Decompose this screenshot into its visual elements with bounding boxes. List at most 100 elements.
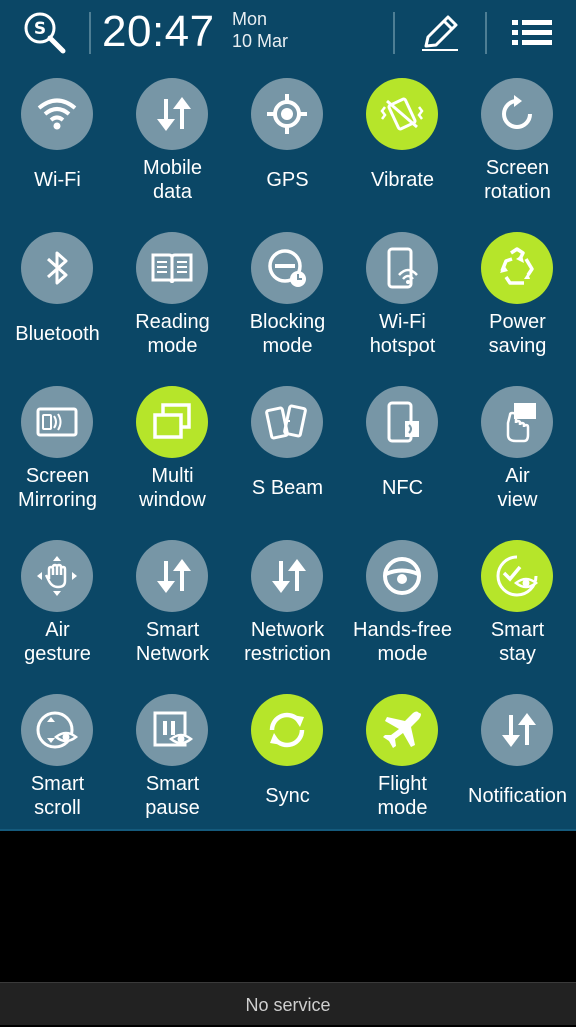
status-bar: No service bbox=[0, 982, 576, 1025]
vibrate-icon bbox=[379, 91, 425, 137]
airview-icon bbox=[494, 399, 540, 445]
toggle-label: Smart scroll bbox=[30, 773, 85, 819]
toggle-multi-window[interactable]: Multi window bbox=[115, 386, 230, 540]
toggle-vibrate[interactable]: Vibrate bbox=[345, 78, 460, 232]
wifi-icon bbox=[34, 91, 80, 137]
smartpause-icon bbox=[149, 707, 195, 753]
toggle-nfc[interactable]: NFC bbox=[345, 386, 460, 540]
toggle-smart-stay[interactable]: Smart stay bbox=[460, 540, 575, 694]
toggle-air-view[interactable]: Air view bbox=[460, 386, 575, 540]
toggle-label: Network restriction bbox=[244, 619, 331, 665]
steering-wheel-icon bbox=[379, 553, 425, 599]
toggle-s-beam[interactable]: S Beam bbox=[230, 386, 345, 540]
data-arrows-icon bbox=[149, 553, 195, 599]
toggle-air-gesture-button[interactable] bbox=[21, 540, 93, 612]
sync-icon bbox=[264, 707, 310, 753]
toggle-label: Wi-Fi bbox=[34, 169, 81, 191]
toggle-network-restriction-button[interactable] bbox=[251, 540, 323, 612]
toggle-flight-mode[interactable]: Flight mode bbox=[345, 694, 460, 848]
toggle-smart-network-button[interactable] bbox=[136, 540, 208, 612]
toggle-label: Smart pause bbox=[145, 773, 200, 819]
smartstay-icon bbox=[494, 553, 540, 599]
toggle-screen-mirroring[interactable]: Screen Mirroring bbox=[0, 386, 115, 540]
toggle-power-saving-button[interactable] bbox=[481, 232, 553, 304]
notification-panel: S 20:47 Mon 10 Mar Wi-Fi Mobile data GPS V bbox=[0, 0, 576, 831]
toggle-label: Wi-Fi hotspot bbox=[369, 311, 436, 357]
smartscroll-icon bbox=[34, 707, 80, 753]
toggle-label: S Beam bbox=[251, 477, 324, 499]
toggle-bluetooth[interactable]: Bluetooth bbox=[0, 232, 115, 386]
toggle-hands-free-mode-button[interactable] bbox=[366, 540, 438, 612]
toggle-notification[interactable]: Notification bbox=[460, 694, 575, 848]
toggle-notification-button[interactable] bbox=[481, 694, 553, 766]
toggle-label: GPS bbox=[266, 169, 309, 191]
toggle-label: Smart stay bbox=[490, 619, 545, 665]
toggle-nfc-button[interactable] bbox=[366, 386, 438, 458]
toggle-gps-button[interactable] bbox=[251, 78, 323, 150]
toggle-smart-pause-button[interactable] bbox=[136, 694, 208, 766]
toggle-wi-fi[interactable]: Wi-Fi bbox=[0, 78, 115, 232]
toggle-s-beam-button[interactable] bbox=[251, 386, 323, 458]
data-arrows-icon bbox=[494, 707, 540, 753]
hotspot-icon bbox=[379, 245, 425, 291]
mirroring-icon bbox=[34, 399, 80, 445]
toggle-air-gesture[interactable]: Air gesture bbox=[0, 540, 115, 694]
toggle-label: Flight mode bbox=[377, 773, 428, 819]
toggle-wi-fi-hotspot-button[interactable] bbox=[366, 232, 438, 304]
header-divider bbox=[393, 12, 395, 54]
toggle-smart-pause[interactable]: Smart pause bbox=[115, 694, 230, 848]
nfc-icon bbox=[379, 399, 425, 445]
s-finder-icon[interactable]: S bbox=[22, 10, 68, 56]
toggle-air-view-button[interactable] bbox=[481, 386, 553, 458]
toggle-gps[interactable]: GPS bbox=[230, 78, 345, 232]
toggle-bluetooth-button[interactable] bbox=[21, 232, 93, 304]
toggle-label: Sync bbox=[265, 785, 310, 807]
toggle-mobile-data[interactable]: Mobile data bbox=[115, 78, 230, 232]
gps-icon bbox=[264, 91, 310, 137]
toggle-screen-rotation[interactable]: Screen rotation bbox=[460, 78, 575, 232]
toggle-vibrate-button[interactable] bbox=[366, 78, 438, 150]
svg-text:S: S bbox=[34, 19, 46, 39]
date-label: 10 Mar bbox=[232, 31, 289, 51]
toggle-power-saving[interactable]: Power saving bbox=[460, 232, 575, 386]
toggle-smart-network[interactable]: Smart Network bbox=[115, 540, 230, 694]
recycle-icon bbox=[494, 245, 540, 291]
toggle-blocking-mode[interactable]: Blocking mode bbox=[230, 232, 345, 386]
toggle-label: Hands-free mode bbox=[353, 619, 452, 665]
toggle-blocking-mode-button[interactable] bbox=[251, 232, 323, 304]
toggle-label: Smart Network bbox=[135, 619, 210, 665]
blocking-icon bbox=[264, 245, 310, 291]
toggle-sync-button[interactable] bbox=[251, 694, 323, 766]
data-arrows-icon bbox=[149, 91, 195, 137]
toggle-network-restriction[interactable]: Network restriction bbox=[230, 540, 345, 694]
date-block: Mon 10 Mar bbox=[232, 8, 288, 52]
toggle-smart-stay-button[interactable] bbox=[481, 540, 553, 612]
toggle-smart-scroll[interactable]: Smart scroll bbox=[0, 694, 115, 848]
toggle-smart-scroll-button[interactable] bbox=[21, 694, 93, 766]
toggle-wi-fi-button[interactable] bbox=[21, 78, 93, 150]
pencil-icon[interactable] bbox=[418, 12, 462, 54]
toggle-sync[interactable]: Sync bbox=[230, 694, 345, 848]
toggle-label: Screen rotation bbox=[484, 157, 551, 203]
bluetooth-icon bbox=[34, 245, 80, 291]
toggle-label: Multi window bbox=[139, 465, 206, 511]
clock: 20:47 bbox=[102, 7, 215, 56]
toggle-label: Air view bbox=[497, 465, 538, 511]
airplane-icon bbox=[379, 707, 425, 753]
toggle-label: NFC bbox=[381, 477, 424, 499]
toggle-flight-mode-button[interactable] bbox=[366, 694, 438, 766]
toggle-reading-mode[interactable]: Reading mode bbox=[115, 232, 230, 386]
toggle-screen-mirroring-button[interactable] bbox=[21, 386, 93, 458]
toggle-mobile-data-button[interactable] bbox=[136, 78, 208, 150]
panel-header: S 20:47 Mon 10 Mar bbox=[0, 0, 576, 66]
toggle-multi-window-button[interactable] bbox=[136, 386, 208, 458]
toggle-label: Reading mode bbox=[135, 311, 210, 357]
toggle-hands-free-mode[interactable]: Hands-free mode bbox=[345, 540, 460, 694]
toggle-wi-fi-hotspot[interactable]: Wi-Fi hotspot bbox=[345, 232, 460, 386]
toggle-label: Vibrate bbox=[370, 169, 434, 191]
toggle-reading-mode-button[interactable] bbox=[136, 232, 208, 304]
toggle-screen-rotation-button[interactable] bbox=[481, 78, 553, 150]
toggle-label: Power saving bbox=[488, 311, 547, 357]
list-icon[interactable] bbox=[508, 14, 556, 52]
service-status: No service bbox=[245, 995, 331, 1015]
